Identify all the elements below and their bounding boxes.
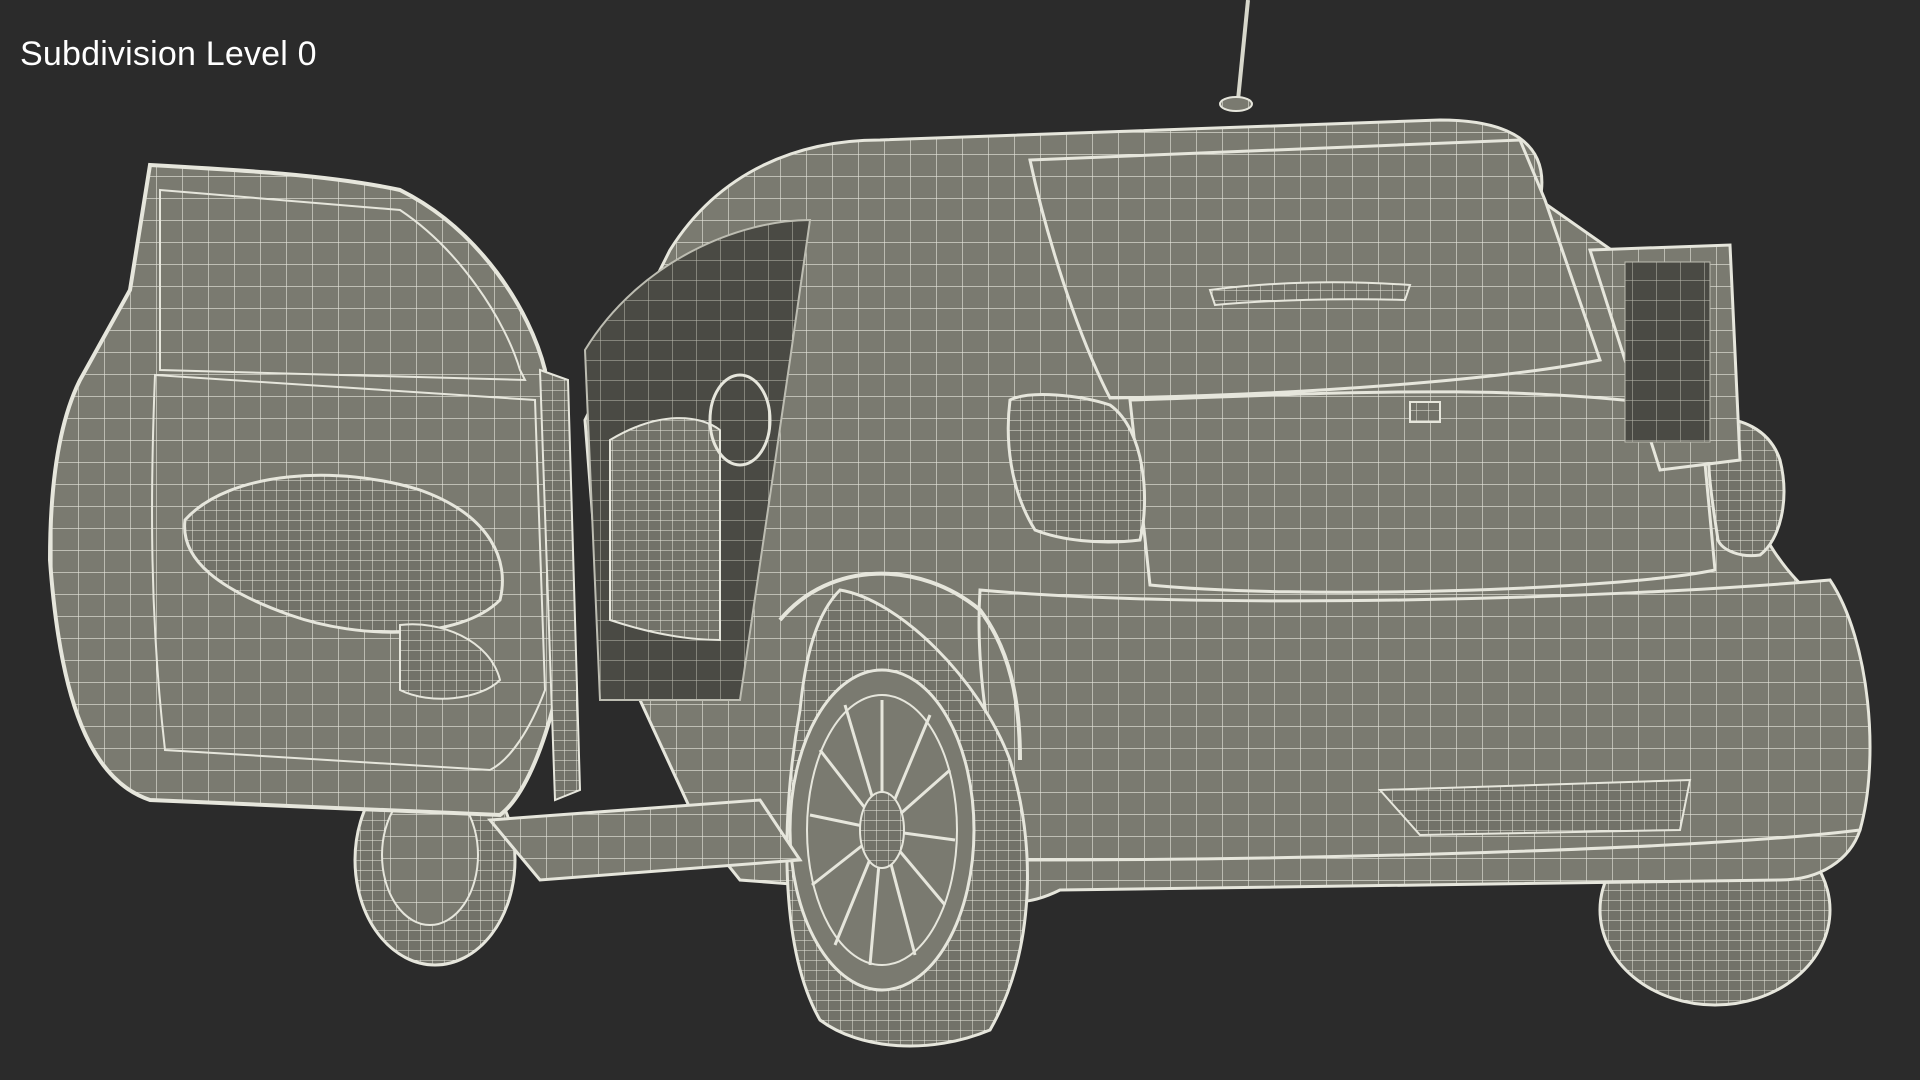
antenna	[1219, 0, 1253, 112]
car-wireframe-render	[47, 0, 1872, 1048]
left-door-open	[47, 162, 582, 818]
render-viewport: Subdivision Level 0	[0, 0, 1920, 1080]
subdivision-level-label: Subdivision Level 0	[20, 35, 317, 73]
